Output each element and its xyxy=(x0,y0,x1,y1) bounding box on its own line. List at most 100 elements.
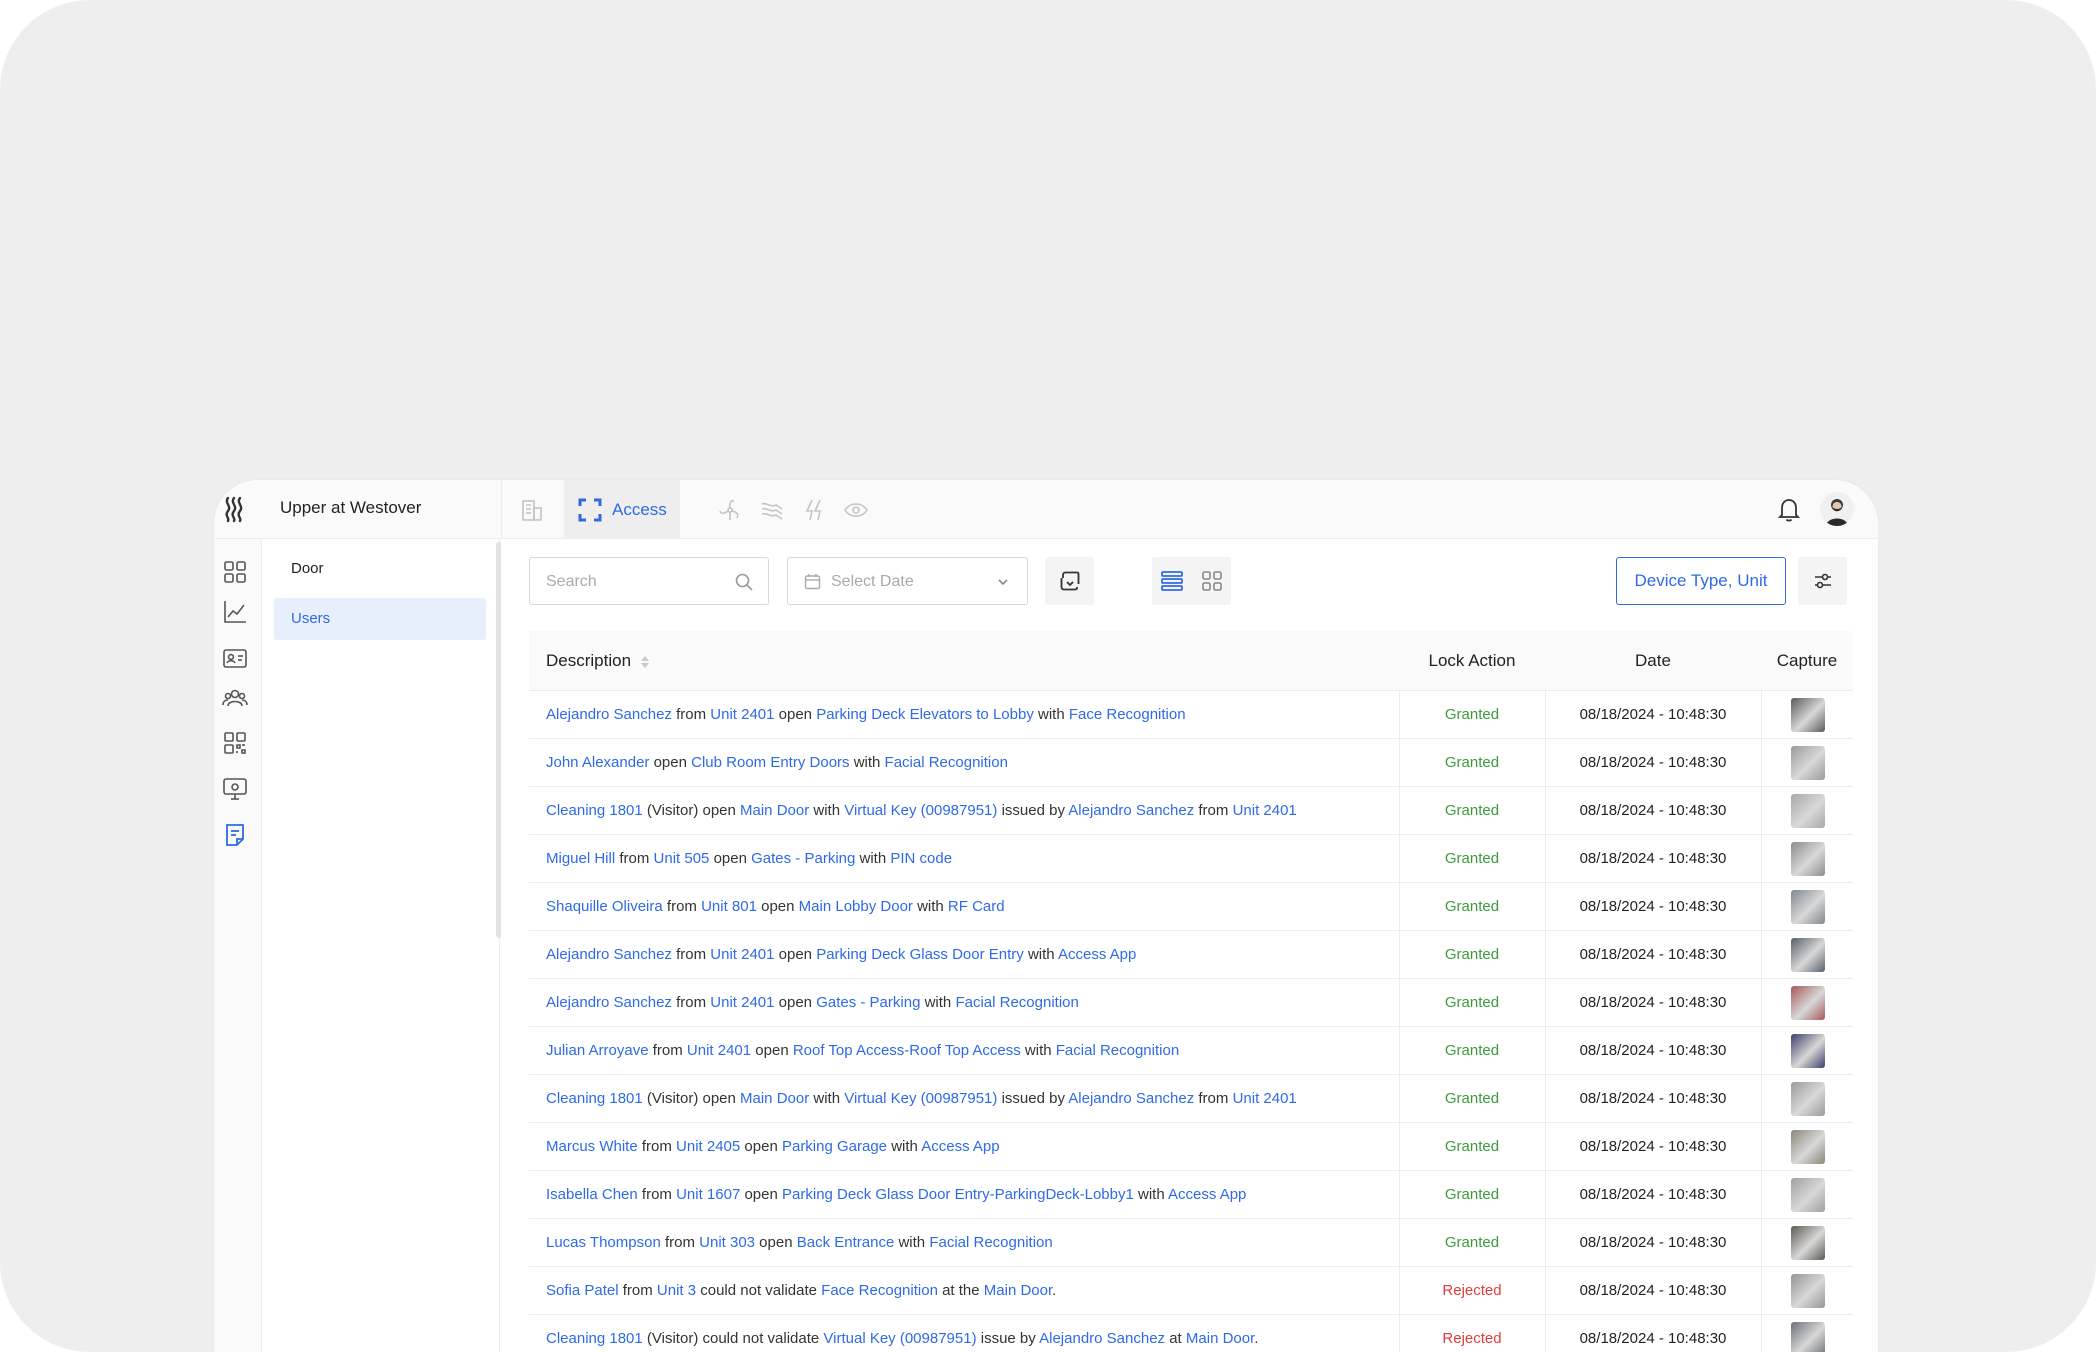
table-row[interactable]: John Alexander open Club Room Entry Door… xyxy=(529,739,1853,787)
date-picker[interactable]: Select Date xyxy=(787,557,1028,605)
table-row[interactable]: Isabella Chen from Unit 1607 open Parkin… xyxy=(529,1171,1853,1219)
description-link[interactable]: Face Recognition xyxy=(821,1282,938,1299)
notification-bell-icon[interactable] xyxy=(1774,494,1804,524)
description-link[interactable]: Sofia Patel xyxy=(546,1282,619,1299)
description-link[interactable]: Gates - Parking xyxy=(751,850,855,867)
description-link[interactable]: Lucas Thompson xyxy=(546,1234,661,1251)
description-link[interactable]: Cleaning 1801 xyxy=(546,1090,643,1107)
description-link[interactable]: Facial Recognition xyxy=(1056,1042,1179,1059)
description-link[interactable]: Unit 2401 xyxy=(1233,802,1297,819)
description-link[interactable]: Unit 2401 xyxy=(687,1042,751,1059)
logs-icon[interactable] xyxy=(221,821,249,849)
subnav-item-door[interactable]: Door xyxy=(274,548,486,590)
module-tab-sensor[interactable] xyxy=(836,480,876,539)
table-row[interactable]: Lucas Thompson from Unit 303 open Back E… xyxy=(529,1219,1853,1267)
description-link[interactable]: Unit 3 xyxy=(657,1282,696,1299)
description-link[interactable]: Alejandro Sanchez xyxy=(546,994,672,1011)
description-link[interactable]: Main Door xyxy=(1186,1330,1254,1347)
description-link[interactable]: Virtual Key (00987951) xyxy=(844,802,997,819)
capture-thumbnail[interactable] xyxy=(1791,938,1825,972)
table-row[interactable]: Cleaning 1801 (Visitor) open Main Door w… xyxy=(529,787,1853,835)
column-header-description[interactable]: Description xyxy=(546,631,651,691)
table-row[interactable]: Marcus White from Unit 2405 open Parking… xyxy=(529,1123,1853,1171)
table-row[interactable]: Cleaning 1801 (Visitor) open Main Door w… xyxy=(529,1075,1853,1123)
description-link[interactable]: Club Room Entry Doors xyxy=(691,754,849,771)
description-link[interactable]: Parking Deck Glass Door Entry xyxy=(816,946,1024,963)
description-link[interactable]: Main Door xyxy=(740,802,809,819)
table-row[interactable]: Julian Arroyave from Unit 2401 open Roof… xyxy=(529,1027,1853,1075)
qr-code-icon[interactable] xyxy=(221,729,249,757)
description-link[interactable]: Facial Recognition xyxy=(929,1234,1052,1251)
description-link[interactable]: Cleaning 1801 xyxy=(546,1330,643,1347)
capture-thumbnail[interactable] xyxy=(1791,1082,1825,1116)
description-link[interactable]: Parking Garage xyxy=(782,1138,887,1155)
refresh-button[interactable] xyxy=(1045,557,1094,605)
description-link[interactable]: PIN code xyxy=(890,850,952,867)
capture-thumbnail[interactable] xyxy=(1791,746,1825,780)
capture-thumbnail[interactable] xyxy=(1791,842,1825,876)
description-link[interactable]: Unit 2401 xyxy=(710,706,774,723)
table-row[interactable]: Alejandro Sanchez from Unit 2401 open Ga… xyxy=(529,979,1853,1027)
description-link[interactable]: Isabella Chen xyxy=(546,1186,638,1203)
table-row[interactable]: Cleaning 1801 (Visitor) could not valida… xyxy=(529,1315,1853,1352)
monitor-icon[interactable] xyxy=(221,775,249,803)
description-link[interactable]: Unit 801 xyxy=(701,898,757,915)
description-link[interactable]: Main Door xyxy=(740,1090,809,1107)
description-link[interactable]: Marcus White xyxy=(546,1138,638,1155)
description-link[interactable]: Main Door xyxy=(984,1282,1052,1299)
description-link[interactable]: Facial Recognition xyxy=(955,994,1078,1011)
description-link[interactable]: Virtual Key (00987951) xyxy=(823,1330,976,1347)
description-link[interactable]: Unit 2401 xyxy=(710,994,774,1011)
description-link[interactable]: Shaquille Oliveira xyxy=(546,898,663,915)
description-link[interactable]: Alejandro Sanchez xyxy=(1068,802,1194,819)
capture-thumbnail[interactable] xyxy=(1791,1130,1825,1164)
list-view-icon[interactable] xyxy=(1158,567,1186,595)
description-link[interactable]: Unit 1607 xyxy=(676,1186,740,1203)
capture-thumbnail[interactable] xyxy=(1791,1178,1825,1212)
description-link[interactable]: Unit 2401 xyxy=(1233,1090,1297,1107)
description-link[interactable]: Facial Recognition xyxy=(885,754,1008,771)
column-settings-button[interactable] xyxy=(1798,557,1847,605)
description-link[interactable]: Gates - Parking xyxy=(816,994,920,1011)
capture-thumbnail[interactable] xyxy=(1791,1034,1825,1068)
description-link[interactable]: Virtual Key (00987951) xyxy=(844,1090,997,1107)
description-link[interactable]: Parking Deck Glass Door Entry-ParkingDec… xyxy=(782,1186,1134,1203)
description-link[interactable]: Alejandro Sanchez xyxy=(1039,1330,1165,1347)
capture-thumbnail[interactable] xyxy=(1791,1274,1825,1308)
subnav-item-users[interactable]: Users xyxy=(274,598,486,640)
description-link[interactable]: Unit 505 xyxy=(654,850,710,867)
description-link[interactable]: Miguel Hill xyxy=(546,850,615,867)
description-link[interactable]: Alejandro Sanchez xyxy=(1068,1090,1194,1107)
description-link[interactable]: Julian Arroyave xyxy=(546,1042,649,1059)
module-tab-energy[interactable] xyxy=(794,480,834,539)
table-row[interactable]: Shaquille Oliveira from Unit 801 open Ma… xyxy=(529,883,1853,931)
table-row[interactable]: Sofia Patel from Unit 3 could not valida… xyxy=(529,1267,1853,1315)
description-link[interactable]: Access App xyxy=(1168,1186,1246,1203)
description-link[interactable]: John Alexander xyxy=(546,754,649,771)
capture-thumbnail[interactable] xyxy=(1791,794,1825,828)
search-input[interactable]: Search xyxy=(529,557,769,605)
residents-icon[interactable] xyxy=(221,684,249,712)
capture-thumbnail[interactable] xyxy=(1791,986,1825,1020)
description-link[interactable]: Access App xyxy=(921,1138,999,1155)
dashboard-icon[interactable] xyxy=(221,558,249,586)
description-link[interactable]: Alejandro Sanchez xyxy=(546,946,672,963)
logo-icon[interactable] xyxy=(220,494,248,524)
description-link[interactable]: Unit 2405 xyxy=(676,1138,740,1155)
capture-thumbnail[interactable] xyxy=(1791,890,1825,924)
module-tab-access[interactable]: Access xyxy=(564,480,680,539)
table-row[interactable]: Alejandro Sanchez from Unit 2401 open Pa… xyxy=(529,691,1853,739)
description-link[interactable]: Unit 303 xyxy=(699,1234,755,1251)
description-link[interactable]: Parking Deck Elevators to Lobby xyxy=(816,706,1034,723)
table-row[interactable]: Miguel Hill from Unit 505 open Gates - P… xyxy=(529,835,1853,883)
description-link[interactable]: RF Card xyxy=(948,898,1005,915)
description-link[interactable]: Access App xyxy=(1058,946,1136,963)
table-row[interactable]: Alejandro Sanchez from Unit 2401 open Pa… xyxy=(529,931,1853,979)
module-tab-building[interactable] xyxy=(512,480,552,539)
id-card-icon[interactable] xyxy=(221,644,249,672)
description-link[interactable]: Back Entrance xyxy=(797,1234,895,1251)
description-link[interactable]: Roof Top Access-Roof Top Access xyxy=(793,1042,1021,1059)
analytics-icon[interactable] xyxy=(221,598,249,626)
description-link[interactable]: Face Recognition xyxy=(1069,706,1186,723)
description-link[interactable]: Main Lobby Door xyxy=(799,898,913,915)
